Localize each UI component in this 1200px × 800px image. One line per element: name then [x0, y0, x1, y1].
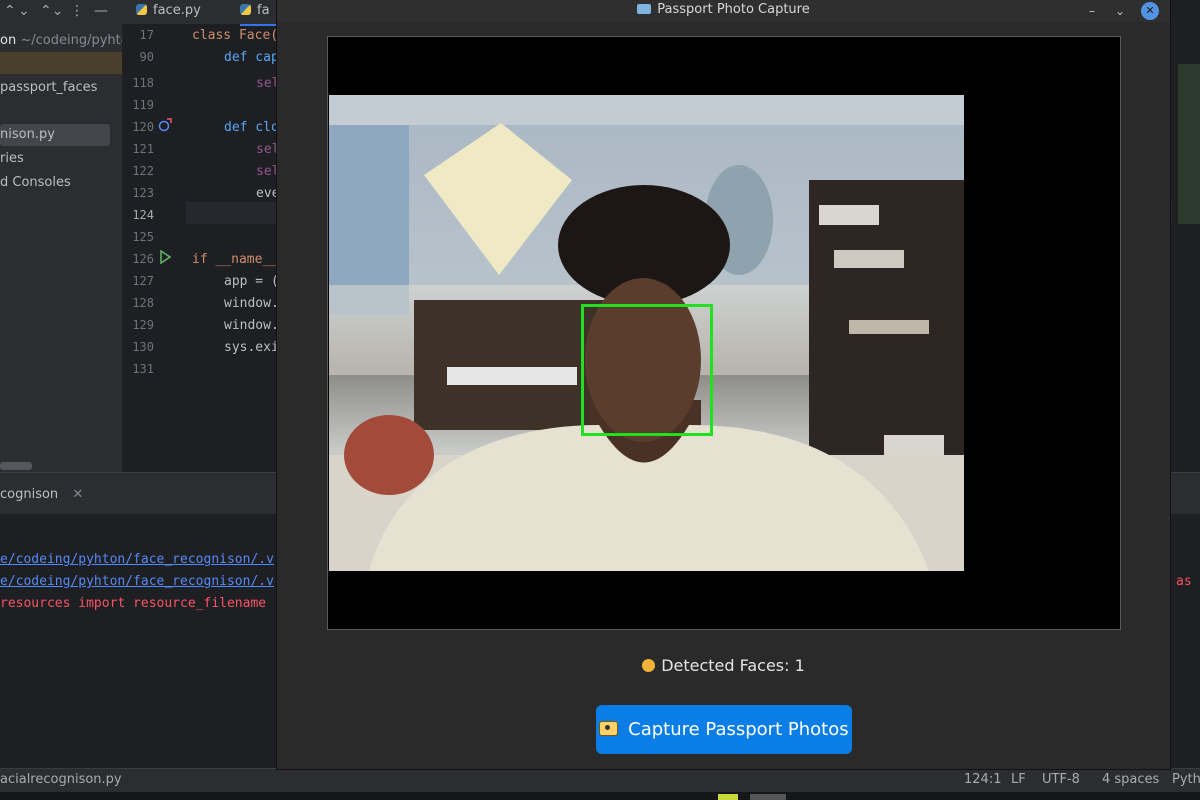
- camera-feed: [329, 95, 964, 571]
- tree-item-project-root[interactable]: on ~/codeing/pyhto: [0, 30, 122, 52]
- status-interpreter[interactable]: Pyth: [1172, 772, 1200, 787]
- line-number: 122: [132, 164, 154, 178]
- dialog-title-text: Passport Photo Capture: [657, 2, 810, 17]
- passport-capture-dialog: Passport Photo Capture – ⌄ ✕ Detected Fa…: [277, 0, 1170, 769]
- expand-icon[interactable]: ⌄: [18, 3, 30, 19]
- status-bar: acialrecognison.py 124:1 LF UTF-8 4 spac…: [0, 768, 1200, 793]
- video-frame: [327, 36, 1121, 630]
- line-number: 131: [132, 362, 154, 376]
- tree-highlight-row: [0, 52, 122, 74]
- hide-panel-icon[interactable]: —: [94, 3, 108, 19]
- taskbar-indicator: [750, 794, 786, 800]
- capture-button-label: Capture Passport Photos: [628, 719, 849, 740]
- id-card-icon: [637, 4, 652, 14]
- status-caret-position[interactable]: 124:1: [964, 772, 1001, 787]
- code-line: sel: [256, 142, 278, 157]
- code-line: window.: [224, 296, 278, 311]
- line-number: 126: [132, 252, 154, 266]
- face-detection-box: [581, 304, 713, 436]
- tab-run-config[interactable]: cognison ✕: [0, 481, 90, 517]
- detected-faces-text: Detected Faces: 1: [661, 656, 805, 675]
- override-method-icon[interactable]: [158, 118, 172, 132]
- run-icon[interactable]: [159, 250, 171, 264]
- code-line: if __name__: [192, 252, 278, 267]
- tree-item-passport-faces[interactable]: passport_faces: [0, 77, 122, 99]
- tree-item-label: on: [0, 33, 17, 48]
- taskbar-strip: [0, 792, 1200, 800]
- tab-active-file[interactable]: fa: [240, 0, 280, 26]
- line-number: 130: [132, 340, 154, 354]
- project-toolbar: ⌃ ⌄ ⌃⌄ ⋮ —: [0, 0, 122, 26]
- python-file-icon: [136, 4, 147, 15]
- code-editor[interactable]: class Face( def cap sel def clo sel sel …: [186, 25, 278, 472]
- python-file-icon: [240, 4, 251, 15]
- tree-item-label: ries: [0, 151, 24, 166]
- project-scrollbar[interactable]: [0, 462, 32, 470]
- line-number: 129: [132, 318, 154, 332]
- line-number: 125: [132, 230, 154, 244]
- maximize-button[interactable]: ⌄: [1111, 2, 1129, 20]
- status-encoding[interactable]: UTF-8: [1042, 772, 1080, 787]
- editor-scroll-marker[interactable]: [1178, 64, 1200, 224]
- project-panel: on ~/codeing/pyhto passport_faces nison.…: [0, 26, 123, 472]
- code-line: def cap: [224, 50, 278, 65]
- tab-label: face.py: [153, 3, 201, 18]
- code-line: class Face(: [192, 28, 278, 43]
- tree-item-label: nison.py: [0, 127, 55, 142]
- taskbar-indicator: [718, 794, 738, 800]
- code-line: app = (: [224, 274, 278, 289]
- line-number: 119: [132, 98, 154, 112]
- line-number: 123: [132, 186, 154, 200]
- console-error-line: resources import resource_filename: [0, 596, 267, 611]
- console-path-link[interactable]: e/codeing/pyhton/face_recognison/.v: [0, 552, 274, 567]
- line-number: 128: [132, 296, 154, 310]
- console-path-link[interactable]: e/codeing/pyhton/face_recognison/.v: [0, 574, 274, 589]
- tab-face-py[interactable]: face.py: [136, 0, 201, 24]
- tree-item-label: d Consoles: [0, 175, 71, 190]
- tree-item-consoles[interactable]: d Consoles: [0, 172, 122, 194]
- line-number-gutter: 17 90 118 119 120 121 122 123 124 125 12…: [122, 25, 186, 472]
- close-button[interactable]: ✕: [1141, 2, 1159, 20]
- tree-item-active-file[interactable]: nison.py: [0, 124, 110, 146]
- code-line: def clo: [224, 120, 278, 135]
- line-number: 127: [132, 274, 154, 288]
- code-line: sel: [256, 164, 278, 179]
- code-line: window.: [224, 318, 278, 333]
- camera-icon: [599, 721, 619, 736]
- status-line-separator[interactable]: LF: [1011, 772, 1026, 787]
- tab-label: cognison: [0, 487, 59, 502]
- collapse-icon[interactable]: ⌃: [4, 3, 16, 19]
- close-tab-icon[interactable]: ✕: [72, 487, 83, 502]
- line-number: 17: [139, 28, 154, 42]
- editor-tab-bar: face.py fa: [122, 0, 280, 26]
- dialog-titlebar[interactable]: Passport Photo Capture – ⌄ ✕: [277, 0, 1170, 22]
- dialog-title: Passport Photo Capture: [277, 0, 1170, 22]
- line-number: 118: [132, 76, 154, 90]
- expand-collapse-icon[interactable]: ⌃⌄: [40, 3, 63, 19]
- code-line: eve: [256, 186, 278, 201]
- tree-item-libraries[interactable]: ries: [0, 148, 122, 170]
- tab-label: fa: [257, 3, 270, 18]
- console-error-fragment: as: [1176, 574, 1192, 589]
- minimize-button[interactable]: –: [1083, 2, 1101, 20]
- line-number: 124: [132, 208, 154, 222]
- capture-passport-photos-button[interactable]: Capture Passport Photos: [596, 705, 852, 754]
- more-options-icon[interactable]: ⋮: [70, 3, 84, 19]
- code-line: sel: [256, 76, 278, 91]
- status-indent[interactable]: 4 spaces: [1102, 772, 1159, 787]
- line-number: 90: [139, 50, 154, 64]
- person-emoji-icon: [642, 659, 656, 672]
- tree-item-path: ~/codeing/pyhto: [20, 33, 122, 48]
- status-file-name[interactable]: acialrecognison.py: [0, 772, 122, 787]
- tree-item-label: passport_faces: [0, 80, 98, 95]
- line-number: 121: [132, 142, 154, 156]
- code-line: sys.exi: [224, 340, 278, 355]
- line-number: 120: [132, 120, 154, 134]
- detected-faces-label: Detected Faces: 1: [277, 656, 1170, 675]
